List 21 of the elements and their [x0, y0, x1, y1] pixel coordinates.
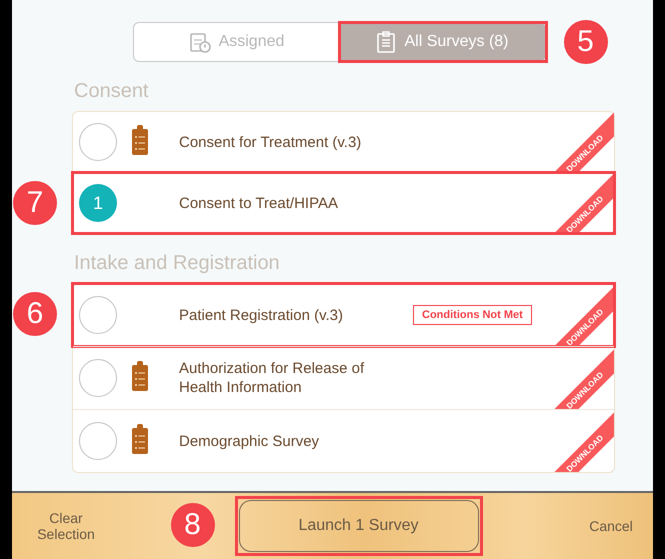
- clipboard-list-icon: [376, 31, 396, 53]
- selection-circle[interactable]: [79, 123, 117, 161]
- section-title: Consent: [74, 80, 150, 103]
- selection-circle[interactable]: [79, 296, 117, 334]
- survey-title: Consent to Treat/HIPAA: [179, 194, 339, 212]
- survey-title: Authorization for Release of Health Information: [179, 359, 366, 397]
- status-tag: Conditions Not Met: [413, 305, 532, 325]
- selection-circle[interactable]: [79, 359, 117, 397]
- survey-title: Patient Registration (v.3): [179, 306, 344, 324]
- callout-number: 5: [564, 20, 608, 64]
- clear-selection-button[interactable]: Clear Selection: [26, 510, 106, 542]
- callout-number: 7: [13, 181, 57, 225]
- section-title: Intake and Registration: [74, 252, 281, 275]
- survey-title: Consent for Treatment (v.3): [179, 132, 362, 152]
- selection-circle[interactable]: 1: [79, 184, 117, 222]
- cancel-button[interactable]: Cancel: [581, 518, 641, 534]
- selection-circle[interactable]: [79, 422, 117, 460]
- clipboard-alert-icon: [188, 31, 211, 53]
- callout-number: 6: [13, 292, 57, 336]
- callout-number: 8: [170, 503, 214, 547]
- survey-title: Demographic Survey: [179, 432, 320, 450]
